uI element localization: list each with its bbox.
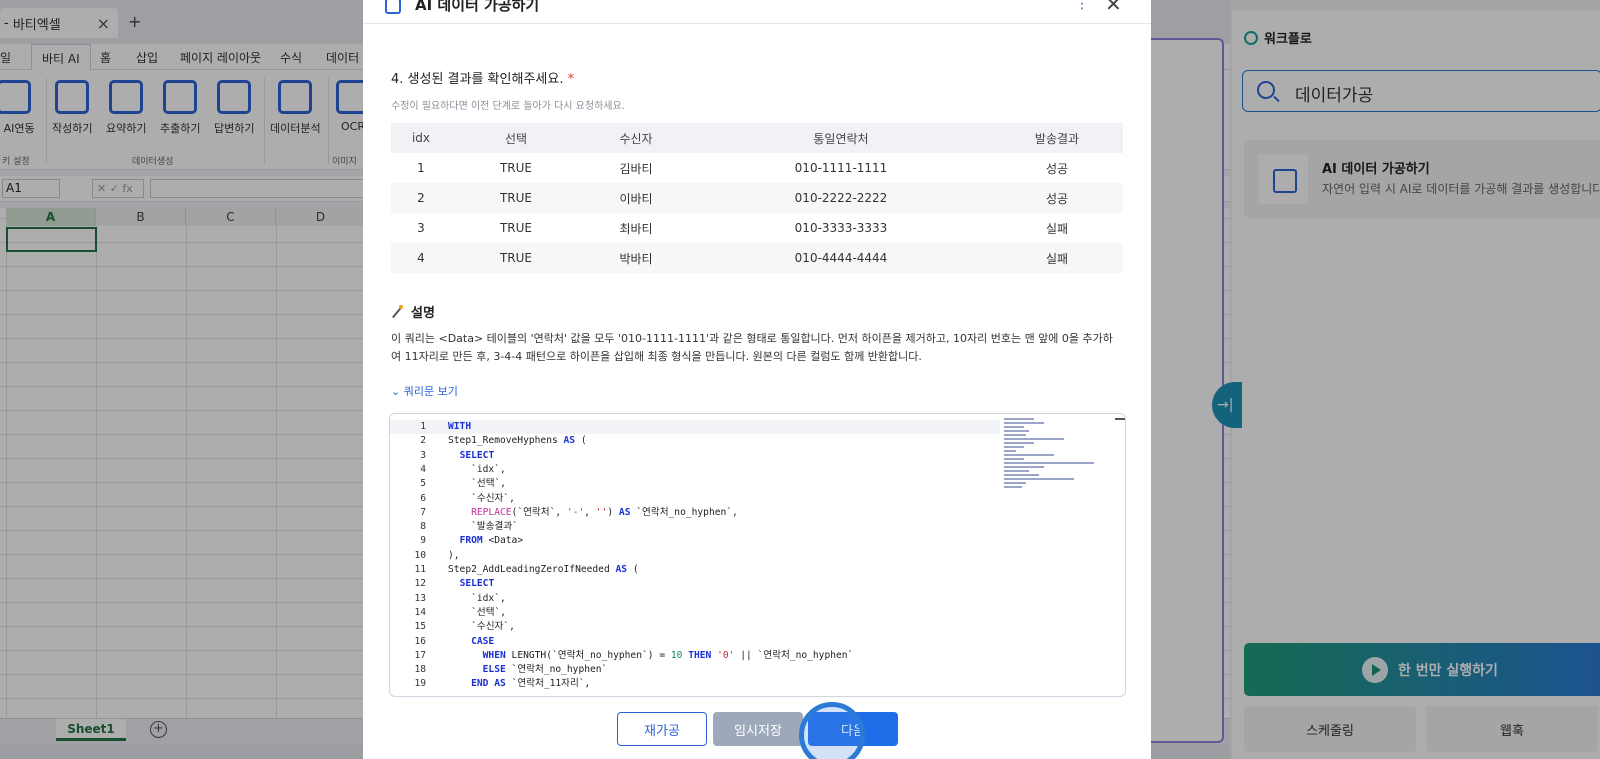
code-line: 12 SELECT [390, 577, 1000, 591]
table-row: 1 TRUE 김바티 010-1111-1111 성공 [391, 153, 1123, 183]
step-title-text: 4. 생성된 결과를 확인해주세요. [391, 72, 564, 87]
table-cell: 1 [417, 161, 425, 175]
code-line: 19 END AS `연락처_11자리`, [390, 677, 1000, 691]
code-line: 11 Step2_AddLeadingZeroIfNeeded AS ( [390, 563, 1000, 577]
chevron-down-icon: ⌄ [391, 385, 401, 398]
column-header-unified-contact: 통일연락처 [691, 123, 991, 153]
code-scrollbar[interactable] [1115, 416, 1125, 682]
code-line: 5 `선택`, [390, 477, 1000, 491]
code-line: 3 SELECT [390, 449, 1000, 463]
table-row: 2 TRUE 이바티 010-2222-2222 성공 [391, 183, 1123, 213]
table-cell: TRUE [499, 161, 533, 175]
line-number: 12 [414, 578, 426, 590]
table-cell: 010-3333-3333 [794, 221, 888, 235]
more-options-icon[interactable]: ⋮ [1075, 0, 1089, 12]
table-cell: 실패 [1045, 221, 1069, 236]
column-header-send-result: 발송결과 [991, 123, 1123, 153]
calculator-icon [385, 0, 401, 14]
table-cell: TRUE [451, 243, 581, 273]
line-number: 14 [414, 606, 426, 618]
step-title: 4. 생성된 결과를 확인해주세요. * [391, 68, 574, 87]
line-number: 13 [414, 592, 426, 604]
close-dialog-icon[interactable]: ✕ [1105, 0, 1122, 16]
line-number: 16 [414, 635, 426, 647]
table-cell: 성공 [991, 183, 1123, 213]
line-number: 2 [420, 435, 426, 447]
toggle-query-label: 쿼리문 보기 [403, 385, 458, 398]
table-cell: 010-2222-2222 [691, 183, 991, 213]
line-number: 10 [414, 549, 426, 561]
temp-save-button[interactable]: 임시저장 [713, 712, 803, 746]
code-line: 6 `수신자`, [390, 492, 1000, 506]
line-number: 1 [420, 421, 426, 432]
required-mark: * [567, 72, 575, 87]
table-row: 4 TRUE 박바티 010-4444-4444 실패 [391, 243, 1123, 273]
table-cell: 010-4444-4444 [691, 243, 991, 273]
code-line: 13 `idx`, [390, 592, 1000, 606]
table-cell: 실패 [991, 243, 1123, 273]
code-line: 7 REPLACE(`연락처`, '-', '') AS `연락처_no_hyp… [390, 506, 1000, 520]
line-number: 7 [420, 506, 426, 518]
line-number: 6 [420, 492, 426, 504]
toggle-query-link[interactable]: ⌄ 쿼리문 보기 [391, 383, 458, 399]
table-cell: 박바티 [581, 243, 691, 273]
step-subtitle: 수정이 필요하다면 이전 단계로 돌아가 다시 요청하세요. [391, 101, 625, 112]
dialog-header: AI 데이터 가공하기 ⋮ ✕ [363, 0, 1151, 24]
table-cell: 이바티 [581, 183, 691, 213]
table-cell: 010-1111-1111 [794, 161, 888, 175]
table-cell: 2 [391, 183, 451, 213]
code-line: 15 `수신자`, [390, 620, 1000, 634]
table-cell: 3 [417, 221, 425, 235]
line-number: 15 [414, 621, 426, 633]
table-cell: 김바티 [619, 161, 653, 176]
code-line: 8 `발송결과` [390, 520, 1000, 534]
code-line: 18 ELSE `연락처_no_hyphen` [390, 663, 1000, 677]
line-number: 5 [420, 478, 426, 490]
column-header-recipient: 수신자 [581, 123, 691, 153]
code-minimap[interactable] [1004, 418, 1104, 496]
line-number: 18 [414, 664, 426, 676]
table-header-row: idx 선택 수신자 통일연락처 발송결과 [391, 123, 1123, 153]
ai-data-process-dialog: AI 데이터 가공하기 ⋮ ✕ 4. 생성된 결과를 확인해주세요. * 수정이… [363, 0, 1151, 759]
code-line: 2 Step1_RemoveHyphens AS ( [390, 434, 1000, 448]
table-cell: TRUE [451, 183, 581, 213]
table-cell: 성공 [1045, 161, 1069, 176]
line-number: 19 [414, 678, 426, 690]
code-line: 17 WHEN LENGTH(`연락처_no_hyphen`) = 10 THE… [390, 649, 1000, 663]
magic-wand-icon [391, 304, 403, 318]
query-code-editor[interactable]: 1 WITH 2 Step1_RemoveHyphens AS ( 3 SELECT… [389, 413, 1126, 697]
code-line: 4 `idx`, [390, 463, 1000, 477]
line-number: 4 [420, 463, 426, 475]
code-line: 16 CASE [390, 635, 1000, 649]
table-cell: TRUE [499, 221, 533, 235]
table-cell: 최바티 [619, 221, 653, 236]
explanation-title: 설명 [411, 306, 435, 321]
line-number: 3 [420, 449, 426, 461]
table-cell: 4 [391, 243, 451, 273]
reprocess-button[interactable]: 재가공 [617, 712, 707, 746]
table-row: 3 TRUE 최바티 010-3333-3333 실패 [391, 213, 1123, 243]
explanation-heading: 설명 [391, 302, 435, 321]
code-line: 14 `선택`, [390, 606, 1000, 620]
dialog-title: AI 데이터 가공하기 [415, 0, 540, 14]
column-header-idx: idx [391, 123, 451, 153]
code-line: 10), [390, 549, 1000, 563]
line-number: 17 [414, 649, 426, 661]
code-line: 1 WITH [390, 420, 1000, 435]
code-line: 9 FROM <Data> [390, 534, 1000, 548]
column-header-select: 선택 [451, 123, 581, 153]
result-table: idx 선택 수신자 통일연락처 발송결과 1 TRUE 김바티 010-111… [391, 123, 1123, 273]
explanation-text: 이 쿼리는 <Data> 테이블의 '연락처' 값을 모두 '010-1111-… [391, 332, 1113, 363]
line-number: 11 [414, 564, 426, 575]
line-number: 9 [420, 535, 426, 547]
line-number: 8 [420, 521, 426, 533]
click-indicator [799, 702, 865, 759]
